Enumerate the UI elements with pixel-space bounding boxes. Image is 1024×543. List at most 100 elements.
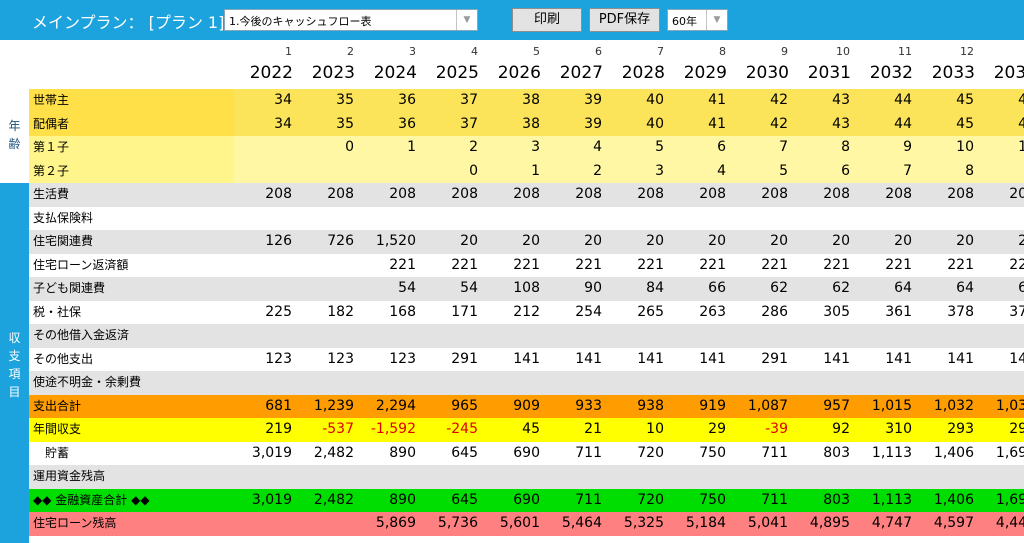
value-cell[interactable]	[544, 371, 606, 395]
value-cell[interactable]: 10	[606, 418, 668, 442]
value-cell[interactable]: 35	[296, 112, 358, 136]
value-cell[interactable]: 4	[544, 136, 606, 160]
chevron-down-icon[interactable]: ▼	[456, 10, 477, 30]
value-cell[interactable]	[358, 465, 420, 489]
value-cell[interactable]	[234, 371, 296, 395]
value-cell[interactable]: 2,482	[296, 441, 358, 465]
value-cell[interactable]: 221	[358, 253, 420, 277]
value-cell[interactable]	[854, 206, 916, 230]
value-cell[interactable]: 141	[978, 347, 1024, 371]
value-cell[interactable]: 208	[234, 183, 296, 207]
value-cell[interactable]	[234, 253, 296, 277]
value-cell[interactable]: 305	[792, 300, 854, 324]
value-cell[interactable]: 2,294	[358, 394, 420, 418]
value-cell[interactable]: 84	[606, 277, 668, 301]
value-cell[interactable]	[296, 324, 358, 348]
chevron-down-icon[interactable]: ▼	[706, 10, 727, 30]
value-cell[interactable]: 1,520	[358, 230, 420, 254]
value-cell[interactable]: 5,184	[668, 512, 730, 536]
value-cell[interactable]	[358, 159, 420, 183]
value-cell[interactable]	[420, 371, 482, 395]
value-cell[interactable]: 34	[234, 89, 296, 113]
value-cell[interactable]: 4	[668, 159, 730, 183]
value-cell[interactable]	[234, 465, 296, 489]
value-cell[interactable]: 5,464	[544, 512, 606, 536]
value-cell[interactable]: 20	[978, 230, 1024, 254]
value-cell[interactable]: 123	[296, 347, 358, 371]
value-cell[interactable]: 37	[420, 112, 482, 136]
value-cell[interactable]: 20	[420, 230, 482, 254]
value-cell[interactable]: 293	[916, 418, 978, 442]
value-cell[interactable]	[234, 206, 296, 230]
value-cell[interactable]	[606, 206, 668, 230]
value-cell[interactable]: 20	[792, 230, 854, 254]
value-cell[interactable]	[730, 465, 792, 489]
value-cell[interactable]: 711	[730, 488, 792, 512]
value-cell[interactable]: 957	[792, 394, 854, 418]
value-cell[interactable]	[296, 206, 358, 230]
value-cell[interactable]: 5	[730, 159, 792, 183]
value-cell[interactable]	[668, 324, 730, 348]
value-cell[interactable]: 90	[544, 277, 606, 301]
value-cell[interactable]: 208	[978, 183, 1024, 207]
value-cell[interactable]: 44	[854, 89, 916, 113]
value-cell[interactable]: 938	[606, 394, 668, 418]
value-cell[interactable]: 5,041	[730, 512, 792, 536]
value-cell[interactable]	[234, 512, 296, 536]
value-cell[interactable]: 3,019	[234, 441, 296, 465]
value-cell[interactable]: 221	[482, 253, 544, 277]
value-cell[interactable]: 0	[296, 136, 358, 160]
value-cell[interactable]: 46	[978, 112, 1024, 136]
value-cell[interactable]: 6	[792, 159, 854, 183]
value-cell[interactable]	[606, 371, 668, 395]
value-cell[interactable]: 37	[420, 89, 482, 113]
value-cell[interactable]: 36	[358, 112, 420, 136]
value-cell[interactable]	[978, 371, 1024, 395]
value-cell[interactable]: 265	[606, 300, 668, 324]
value-cell[interactable]	[544, 465, 606, 489]
value-cell[interactable]: 44	[854, 112, 916, 136]
value-cell[interactable]: 221	[606, 253, 668, 277]
value-cell[interactable]: 726	[296, 230, 358, 254]
value-cell[interactable]: 293	[978, 418, 1024, 442]
value-cell[interactable]	[916, 371, 978, 395]
value-cell[interactable]: 1,015	[854, 394, 916, 418]
value-cell[interactable]: 41	[668, 89, 730, 113]
value-cell[interactable]: -39	[730, 418, 792, 442]
value-cell[interactable]: 126	[234, 230, 296, 254]
value-cell[interactable]: 221	[978, 253, 1024, 277]
value-cell[interactable]: 64	[978, 277, 1024, 301]
value-cell[interactable]	[544, 206, 606, 230]
value-cell[interactable]: 890	[358, 441, 420, 465]
value-cell[interactable]	[730, 371, 792, 395]
value-cell[interactable]: 141	[916, 347, 978, 371]
value-cell[interactable]: 208	[420, 183, 482, 207]
value-cell[interactable]: 39	[544, 112, 606, 136]
value-cell[interactable]: 2	[420, 136, 482, 160]
value-cell[interactable]: 141	[854, 347, 916, 371]
value-cell[interactable]	[916, 206, 978, 230]
value-cell[interactable]: 212	[482, 300, 544, 324]
value-cell[interactable]	[668, 465, 730, 489]
value-cell[interactable]: 803	[792, 441, 854, 465]
value-cell[interactable]	[420, 206, 482, 230]
value-cell[interactable]: 254	[544, 300, 606, 324]
value-cell[interactable]: 221	[544, 253, 606, 277]
value-cell[interactable]: 20	[854, 230, 916, 254]
value-cell[interactable]: 41	[668, 112, 730, 136]
value-cell[interactable]: 141	[792, 347, 854, 371]
value-cell[interactable]: 965	[420, 394, 482, 418]
value-cell[interactable]: 208	[482, 183, 544, 207]
value-cell[interactable]: 3	[606, 159, 668, 183]
value-cell[interactable]: 750	[668, 488, 730, 512]
value-cell[interactable]: 141	[668, 347, 730, 371]
value-cell[interactable]: 4,895	[792, 512, 854, 536]
value-cell[interactable]: 1,406	[916, 441, 978, 465]
value-cell[interactable]: 208	[854, 183, 916, 207]
value-cell[interactable]: 720	[606, 441, 668, 465]
value-cell[interactable]: 711	[544, 441, 606, 465]
value-cell[interactable]: 168	[358, 300, 420, 324]
value-cell[interactable]: 20	[606, 230, 668, 254]
value-cell[interactable]	[420, 324, 482, 348]
value-cell[interactable]: 221	[420, 253, 482, 277]
